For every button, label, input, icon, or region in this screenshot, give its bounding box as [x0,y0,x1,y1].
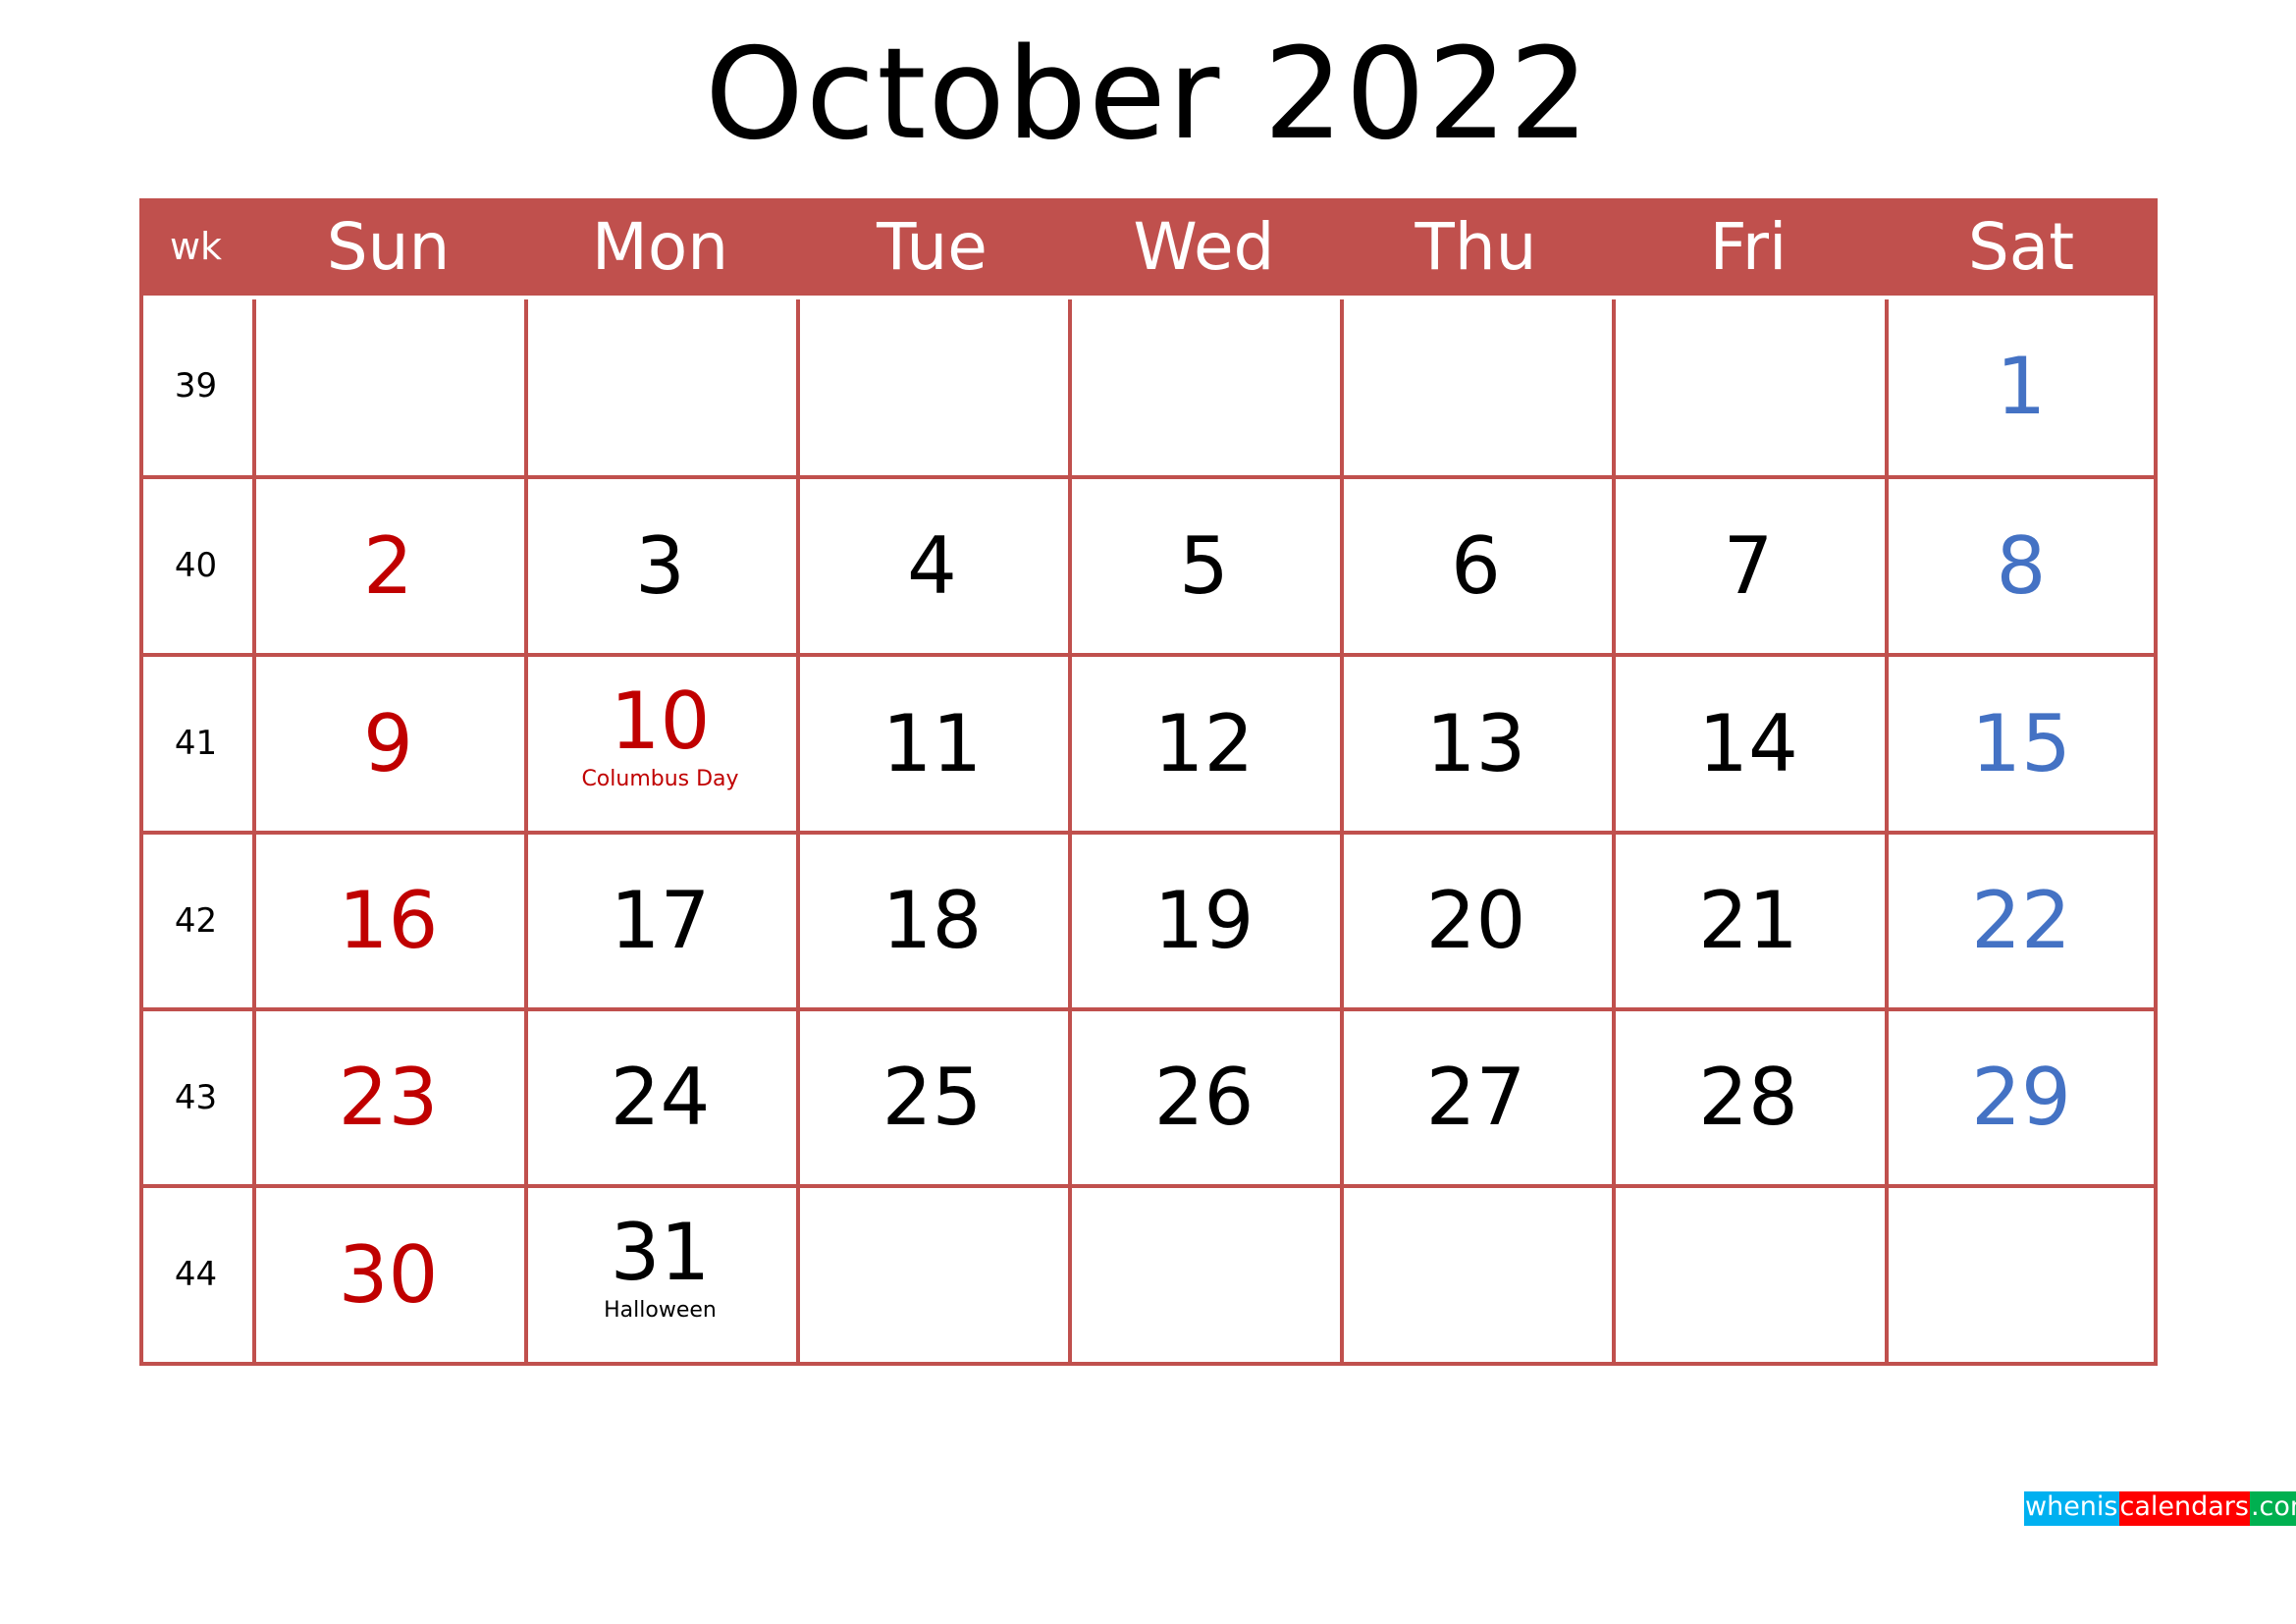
week-number: 41 [174,724,218,763]
day-number: 19 [1153,875,1255,966]
day-cell [1068,296,1340,477]
day-number: 16 [338,875,439,966]
day-cell[interactable]: 31 Halloween [524,1186,796,1364]
day-number: 29 [1971,1052,2071,1143]
day-cell[interactable]: 29 [1885,1009,2158,1186]
day-cell[interactable]: 7 [1612,477,1885,655]
day-cell[interactable]: 22 [1885,833,2158,1009]
week-number: 42 [174,901,218,941]
day-cell[interactable]: 8 [1885,477,2158,655]
day-number: 2 [363,520,413,612]
day-number: 14 [1698,698,1798,789]
day-cell [524,296,796,477]
day-number: 3 [635,520,685,612]
day-number: 7 [1723,520,1774,612]
day-cell[interactable]: 23 [252,1009,524,1186]
day-number: 25 [881,1052,983,1143]
weekday-header: wk Sun Mon Tue Wed Thu Fri Sat [139,198,2158,296]
day-cell[interactable]: 4 [796,477,1068,655]
day-cell[interactable]: 16 [252,833,524,1009]
day-cell[interactable]: 30 [252,1186,524,1364]
day-cell[interactable]: 11 [796,655,1068,833]
day-cell[interactable]: 1 [1885,296,2158,477]
week-number: 44 [174,1255,218,1294]
day-cell[interactable]: 5 [1068,477,1340,655]
day-number: 5 [1179,520,1229,612]
day-number: 24 [610,1052,711,1143]
weekday-header-fri: Fri [1709,209,1788,285]
watermark-part[interactable]: .com [2249,1491,2296,1526]
day-number: 23 [338,1052,439,1143]
day-cell [252,296,524,477]
day-number: 9 [363,698,413,789]
calendar-grid: wk Sun Mon Tue Wed Thu Fri Sat 39 1 40 2 3 4 5 6 7 8 41 9 1… [139,198,2158,1366]
day-cell[interactable]: 24 [524,1009,796,1186]
day-cell [1612,1186,1885,1364]
holiday-label: Halloween [604,1298,717,1323]
day-number: 17 [610,875,711,966]
weekday-header-wed: Wed [1133,209,1275,285]
day-number: 8 [1996,520,2047,612]
day-cell [796,296,1068,477]
day-cell[interactable]: 26 [1068,1009,1340,1186]
calendar-title: October 2022 [705,22,1591,168]
day-number: 30 [338,1229,439,1321]
day-cell[interactable]: 21 [1612,833,1885,1009]
day-cell[interactable]: 3 [524,477,796,655]
day-cell [1612,296,1885,477]
day-number: 1 [1996,341,2047,432]
day-cell[interactable]: 17 [524,833,796,1009]
day-cell[interactable]: 18 [796,833,1068,1009]
day-cell[interactable]: 14 [1612,655,1885,833]
weekday-header-mon: Mon [591,209,729,285]
weekday-header-sun: Sun [326,209,451,285]
day-number: 27 [1425,1052,1526,1143]
day-cell[interactable]: 25 [796,1009,1068,1186]
day-number: 12 [1153,698,1255,789]
day-cell[interactable]: 13 [1340,655,1612,833]
weekday-header-sat: Sat [1967,209,2075,285]
day-cell[interactable]: 19 [1068,833,1340,1009]
day-number: 4 [907,520,957,612]
day-cell[interactable]: 12 [1068,655,1340,833]
day-cell [1340,1186,1612,1364]
day-number: 31 [610,1207,711,1298]
day-cell[interactable]: 15 [1885,655,2158,833]
day-cell[interactable]: 9 [252,655,524,833]
day-cell [1885,1186,2158,1364]
day-cell[interactable]: 28 [1612,1009,1885,1186]
day-cell [1068,1186,1340,1364]
watermark-logo[interactable]: wheniscalendars.com [2024,1491,2296,1528]
day-cell [1340,296,1612,477]
day-number: 22 [1971,875,2071,966]
weekday-header-tue: Tue [877,209,988,285]
day-cell [796,1186,1068,1364]
day-cell[interactable]: 10 Columbus Day [524,655,796,833]
day-number: 13 [1425,698,1526,789]
holiday-label: Columbus Day [581,767,739,791]
watermark-part[interactable]: whenis [2024,1491,2119,1526]
calendar-body: 39 1 40 2 3 4 5 6 7 8 41 9 10 Columbus Day 11 12 13 14 15 4… [139,198,2158,1366]
day-number: 15 [1971,698,2071,789]
day-number: 6 [1451,520,1501,612]
day-number: 10 [610,676,711,767]
week-number: 39 [174,366,218,406]
day-number: 20 [1425,875,1526,966]
week-number: 43 [174,1078,218,1117]
weekday-header-thu: Thu [1415,209,1537,285]
week-column-header: wk [169,225,223,268]
day-number: 11 [881,698,983,789]
day-cell[interactable]: 20 [1340,833,1612,1009]
week-number: 40 [174,546,218,585]
day-cell[interactable]: 2 [252,477,524,655]
day-cell[interactable]: 6 [1340,477,1612,655]
day-number: 28 [1698,1052,1798,1143]
watermark-part[interactable]: calendars [2118,1491,2250,1526]
day-cell[interactable]: 27 [1340,1009,1612,1186]
day-number: 26 [1153,1052,1255,1143]
day-number: 21 [1698,875,1798,966]
day-number: 18 [881,875,983,966]
